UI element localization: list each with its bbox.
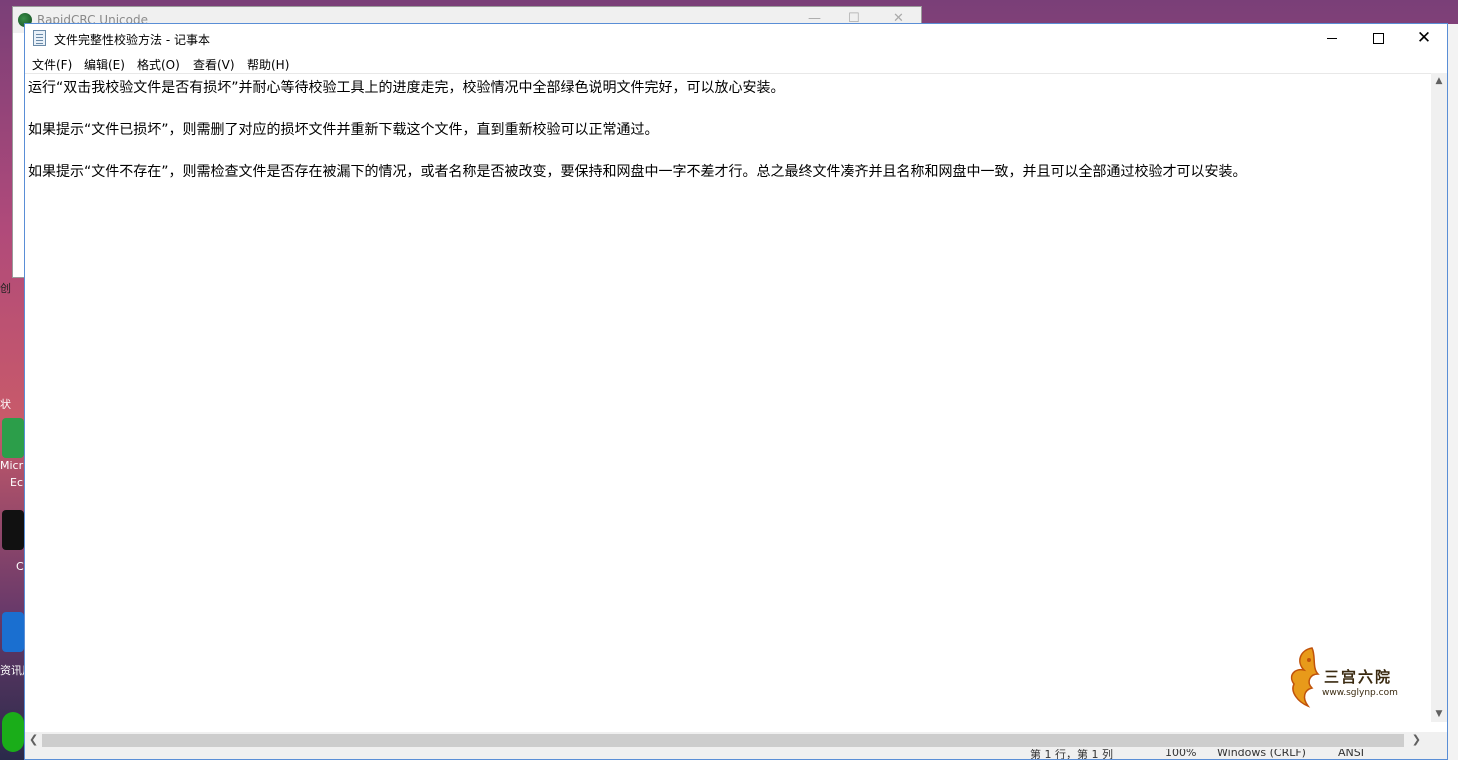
status-bar: 第 1 行，第 1 列 100% Windows (CRLF) ANSI [25,749,1447,759]
maximize-button[interactable] [1355,24,1401,53]
notepad-icon [33,30,46,46]
maximize-icon [1372,33,1384,44]
wechat-icon[interactable] [2,712,24,752]
notepad-window: 文件完整性校验方法 - 记事本 ✕ 文件(F) 编辑(E) 格式(O) 查看(V… [24,23,1448,760]
watermark-url: www.sglynp.com [1322,688,1398,698]
menu-format[interactable]: 格式(O) [137,56,180,73]
status-eol: Windows (CRLF) [1217,749,1306,759]
desktop-label: Micr [0,459,24,472]
text-line: 如果提示“文件已损坏”，则需删了对应的损坏文件并重新下载这个文件，直到重新校验可… [28,122,659,138]
window-title: 文件完整性校验方法 - 记事本 [54,33,210,47]
background-window-edge [1448,24,1458,760]
app-shortcut-icon[interactable] [2,612,24,652]
scroll-right-icon[interactable]: ❯ [1412,733,1421,746]
minimize-icon [1327,38,1337,39]
minimize-button[interactable] [1309,24,1355,53]
qq-icon[interactable] [2,510,24,550]
scroll-up-icon[interactable]: ▲ [1431,76,1447,86]
desktop-label: 资讯用 [0,664,24,677]
desktop-label: 创 [0,282,11,295]
horizontal-scrollbar[interactable]: ❮ ❯ [25,732,1447,749]
watermark: 三宫六院 www.sglynp.com [1282,640,1412,710]
menu-edit[interactable]: 编辑(E) [84,56,125,73]
text-line: 如果提示“文件不存在”，则需检查文件是否存在被漏下的情况，或者名称是否被改变，要… [28,164,1247,180]
status-position: 第 1 行，第 1 列 [1030,749,1113,759]
close-icon: ✕ [1416,28,1432,48]
menu-bar: 文件(F) 编辑(E) 格式(O) 查看(V) 帮助(H) [25,53,1447,73]
watermark-text: 三宫六院 [1324,668,1393,686]
phoenix-logo-icon [1290,647,1320,708]
scroll-down-icon[interactable]: ▼ [1431,709,1447,719]
desktop-label: 状 [0,398,11,411]
menu-file[interactable]: 文件(F) [32,56,72,73]
status-zoom: 100% [1165,749,1197,759]
close-button[interactable]: ✕ [1401,24,1447,53]
vertical-scrollbar[interactable]: ▲ ▼ [1431,73,1447,722]
horizontal-scroll-thumb[interactable] [42,734,1404,747]
text-editor[interactable]: 运行“双击我校验文件是否有损坏”并耐心等待校验工具上的进度走完，校验情况中全部绿… [25,73,1431,722]
scroll-left-icon[interactable]: ❮ [29,733,38,746]
text-line: 运行“双击我校验文件是否有损坏”并耐心等待校验工具上的进度走完，校验情况中全部绿… [28,80,785,96]
status-encoding: ANSI [1338,749,1364,759]
menu-view[interactable]: 查看(V) [193,56,235,73]
excel-icon[interactable] [2,418,24,458]
menu-help[interactable]: 帮助(H) [247,56,289,73]
title-bar[interactable]: 文件完整性校验方法 - 记事本 ✕ [25,24,1447,53]
